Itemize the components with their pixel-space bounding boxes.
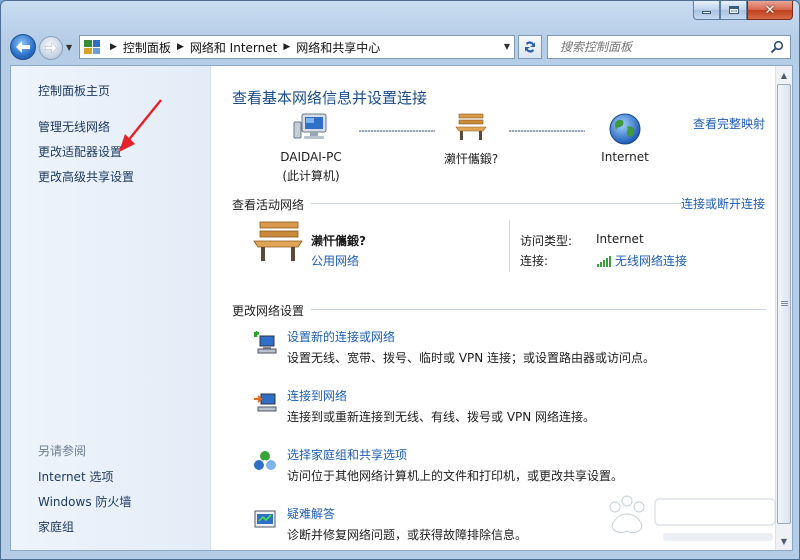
network-type-link[interactable]: 公用网络 <box>311 252 359 269</box>
node-this-computer: DAIDAI-PC (此计算机) <box>271 112 351 184</box>
see-also-heading: 另请参阅 <box>38 444 87 458</box>
divider <box>311 203 681 204</box>
signal-bars-icon <box>597 255 611 267</box>
recent-pages-dropdown[interactable]: ▼ <box>66 43 72 52</box>
network-name: 濑忓儶鍛? <box>443 152 499 166</box>
refresh-icon <box>525 41 535 53</box>
connection-value: 无线网络连接 <box>615 254 688 268</box>
node-network[interactable]: 濑忓儶鍛? <box>431 112 511 167</box>
connector-line <box>359 130 435 132</box>
refresh-button[interactable] <box>518 35 542 59</box>
forward-button[interactable] <box>39 36 63 60</box>
sidebar-item-control-panel-home[interactable]: 控制面板主页 <box>38 82 110 99</box>
content-area: 控制面板主页 管理无线网络 更改适配器设置 更改高级共享设置 另请参阅 Inte… <box>10 65 793 551</box>
connector-line <box>509 130 585 132</box>
troubleshoot-link[interactable]: 疑难解答 <box>287 505 335 522</box>
close-button[interactable]: ✕ <box>747 1 793 20</box>
chevron-right-icon[interactable]: ▶ <box>177 42 184 52</box>
bench-icon <box>253 221 303 261</box>
maximize-button[interactable] <box>720 1 747 20</box>
network-map: DAIDAI-PC (此计算机) 濑忓儶鍛? Internet <box>211 112 777 192</box>
arrow-left-icon <box>16 41 30 53</box>
scrollbar-thumb[interactable] <box>777 84 791 524</box>
wireless-connection-link[interactable]: 无线网络连接 <box>596 252 687 269</box>
task-setup-connection: 设置新的连接或网络 设置无线、宽带、拨号、临时或 VPN 连接；或设置路由器或访… <box>252 328 772 372</box>
breadcrumb-control-panel[interactable]: 控制面板 <box>123 39 171 56</box>
address-bar[interactable]: ▶ 控制面板 ▶ 网络和 Internet ▶ 网络和共享中心 ▼ <box>79 35 515 59</box>
access-type-value: Internet <box>596 232 644 246</box>
minimize-icon <box>702 11 711 14</box>
setup-connection-desc: 设置无线、宽带、拨号、临时或 VPN 连接；或设置路由器或访问点。 <box>287 351 656 365</box>
search-box[interactable] <box>547 35 791 59</box>
control-panel-icon <box>84 40 100 54</box>
divider <box>509 220 510 272</box>
setup-connection-link[interactable]: 设置新的连接或网络 <box>287 328 395 345</box>
sidebar-item-homegroup[interactable]: 家庭组 <box>38 518 74 535</box>
chevron-down-icon[interactable]: ▼ <box>504 42 510 51</box>
active-networks-heading: 查看活动网络 <box>232 198 305 212</box>
task-homegroup-sharing: 选择家庭组和共享选项 访问位于其他网络计算机上的文件和打印机，或更改共享设置。 <box>252 446 772 490</box>
internet-label: Internet <box>601 150 649 164</box>
computer-name: DAIDAI-PC <box>280 150 342 164</box>
chevron-right-icon[interactable]: ▶ <box>283 42 290 52</box>
divider <box>311 309 766 310</box>
breadcrumb-network-internet[interactable]: 网络和 Internet <box>190 39 277 56</box>
node-internet[interactable]: Internet <box>585 112 665 164</box>
main-pane: ? 查看基本网络信息并设置连接 查看完整映射 DAIDAI-PC (此计算机) <box>211 66 791 550</box>
connect-network-desc: 连接到或重新连接到无线、有线、拨号或 VPN 网络连接。 <box>287 410 596 424</box>
back-button[interactable] <box>10 34 36 60</box>
access-type-label: 访问类型: <box>520 234 573 248</box>
computer-subtitle: (此计算机) <box>282 169 340 183</box>
bench-icon <box>455 113 487 140</box>
active-network-name: 濑忓儶鍛? <box>311 234 366 248</box>
navigation-bar: ▼ ▶ 控制面板 ▶ 网络和 Internet ▶ 网络和共享中心 ▼ <box>1 29 799 63</box>
page-title: 查看基本网络信息并设置连接 <box>232 89 428 107</box>
annotation-arrow-icon <box>119 99 162 152</box>
homegroup-sharing-link[interactable]: 选择家庭组和共享选项 <box>287 446 407 463</box>
close-icon: ✕ <box>764 2 776 18</box>
troubleshoot-icon <box>254 510 276 528</box>
connect-network-link[interactable]: 连接到网络 <box>287 387 347 404</box>
grip-icon <box>780 301 788 307</box>
new-connection-icon <box>254 331 277 354</box>
sidebar-item-advanced-sharing[interactable]: 更改高级共享设置 <box>38 168 134 185</box>
baidu-watermark-logo <box>609 495 776 541</box>
sidebar-item-internet-options[interactable]: Internet 选项 <box>38 468 113 485</box>
arrow-right-icon <box>45 43 57 53</box>
sidebar: 控制面板主页 管理无线网络 更改适配器设置 更改高级共享设置 另请参阅 Inte… <box>11 66 211 550</box>
search-input[interactable] <box>560 40 760 54</box>
change-settings-heading: 更改网络设置 <box>232 304 305 318</box>
connect-network-icon <box>254 393 277 412</box>
maximize-icon <box>728 6 739 14</box>
breadcrumb-network-sharing-center[interactable]: 网络和共享中心 <box>296 39 380 56</box>
homegroup-sharing-desc: 访问位于其他网络计算机上的文件和打印机，或更改共享设置。 <box>287 469 624 483</box>
computer-icon <box>293 113 327 139</box>
vertical-scrollbar[interactable]: ▲ ▼ <box>775 66 792 550</box>
globe-icon <box>609 113 641 145</box>
homegroup-icon <box>254 451 276 470</box>
chevron-right-icon[interactable]: ▶ <box>110 42 117 52</box>
sidebar-item-manage-wireless[interactable]: 管理无线网络 <box>38 118 110 135</box>
window-caption-buttons: ✕ <box>693 1 793 21</box>
minimize-button[interactable] <box>693 1 720 20</box>
search-icon[interactable] <box>770 40 784 54</box>
connect-disconnect-link[interactable]: 连接或断开连接 <box>681 195 765 212</box>
control-panel-window: ✕ ▼ ▶ 控制面板 ▶ 网络和 Internet ▶ 网络和共享中心 ▼ 搜索… <box>0 0 800 560</box>
task-connect-network: 连接到网络 连接到或重新连接到无线、有线、拨号或 VPN 网络连接。 <box>252 387 772 431</box>
active-network-panel: 濑忓儶鍛? 公用网络 访问类型: Internet 连接: 无线网络连接 <box>232 216 767 274</box>
connection-label: 连接: <box>520 254 549 268</box>
sidebar-item-windows-firewall[interactable]: Windows 防火墙 <box>38 493 131 510</box>
scroll-up-icon[interactable]: ▲ <box>776 67 792 83</box>
troubleshoot-desc: 诊断并修复网络问题，或获得故障排除信息。 <box>287 528 528 542</box>
sidebar-item-change-adapter-settings[interactable]: 更改适配器设置 <box>38 143 122 160</box>
